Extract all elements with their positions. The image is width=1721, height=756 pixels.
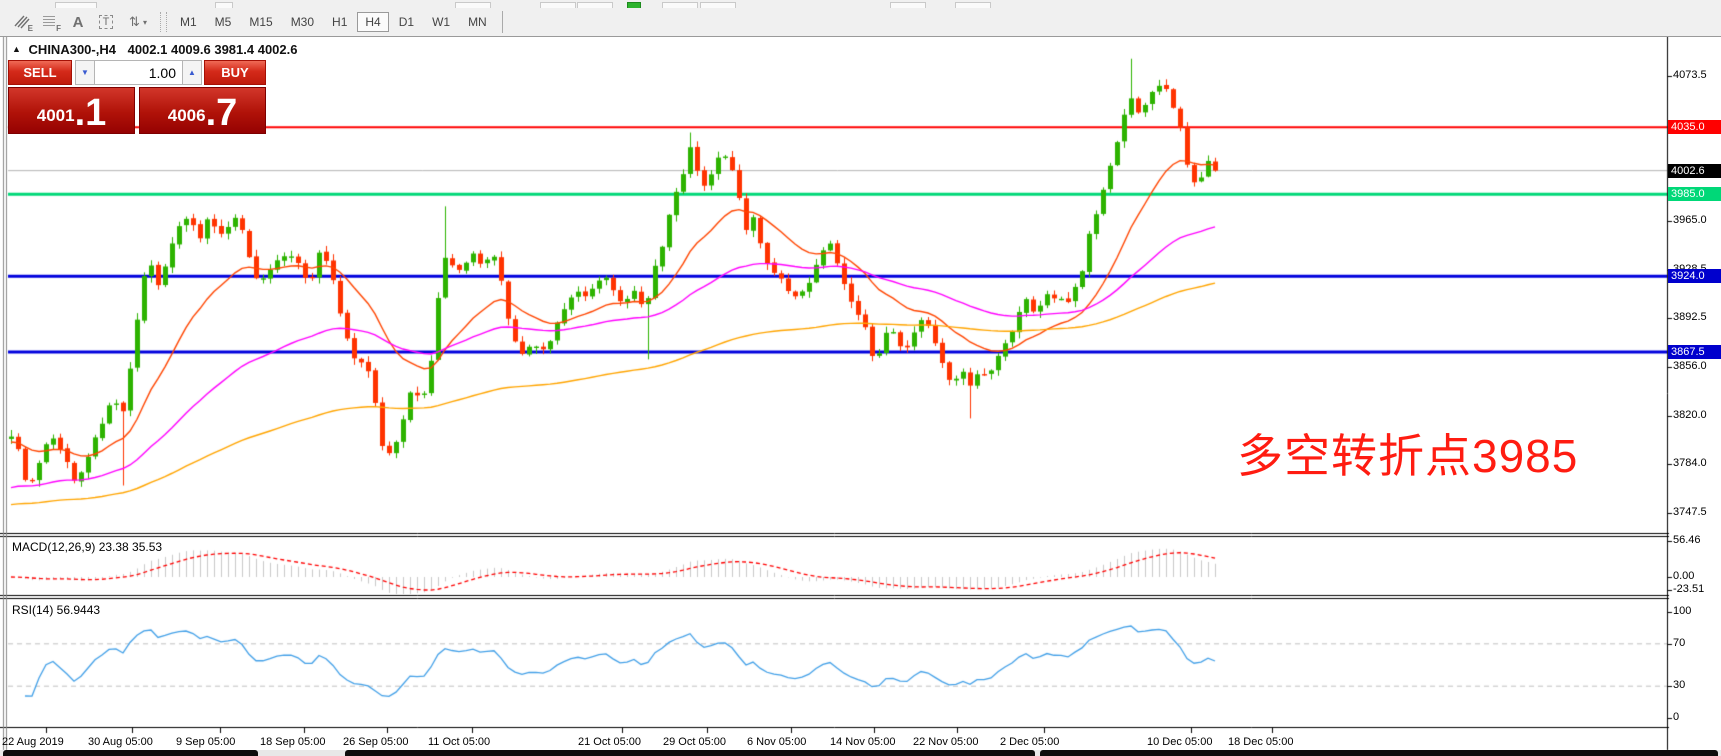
rsi-scale-tick: 100: [1673, 605, 1691, 617]
time-label: 9 Sep 05:00: [176, 736, 235, 748]
time-label: 21 Oct 05:00: [578, 736, 641, 748]
time-label: 18 Sep 05:00: [260, 736, 325, 748]
timeframe-h4-button[interactable]: H4: [357, 12, 388, 32]
macd-scale-tick: 56.46: [1673, 534, 1701, 546]
price-tick: 4073.5: [1673, 69, 1707, 81]
time-label: 6 Nov 05:00: [747, 736, 806, 748]
time-label: 2 Dec 05:00: [1000, 736, 1059, 748]
macd-scale-tick: 0.00: [1673, 570, 1694, 582]
text-box-glyph: T: [99, 15, 114, 29]
time-label: 14 Nov 05:00: [830, 736, 895, 748]
time-label: 11 Oct 05:00: [428, 736, 490, 748]
taskbar-window-button[interactable]: [345, 750, 1035, 756]
timeframe-m5-button[interactable]: M5: [207, 12, 240, 32]
timeframe-m1-button[interactable]: M1: [172, 12, 205, 32]
time-label: 22 Aug 2019: [2, 736, 64, 748]
macd-scale-tick: -23.51: [1673, 583, 1704, 595]
resistance-price-badge: 4035.0: [1668, 120, 1721, 134]
price-tick: 3747.5: [1673, 506, 1707, 518]
grid-icon[interactable]: F: [37, 11, 63, 33]
timeframe-m30-button[interactable]: M30: [283, 12, 322, 32]
time-label: 10 Dec 05:00: [1147, 736, 1212, 748]
taskbar-window-button[interactable]: [1040, 750, 1718, 756]
sell-button[interactable]: SELL: [8, 60, 72, 85]
chevron-down-icon: ▾: [143, 18, 147, 27]
buy-price-main: 4006: [168, 101, 206, 131]
timeframe-d1-button[interactable]: D1: [391, 12, 422, 32]
trading-app-window: { "toolbar": { "tools": [ {"name": "indi…: [0, 0, 1721, 756]
toolbar: E F A T ⇅ ▾ M1 M5 M15 M30 H1 H4 D1 W1 MN: [0, 8, 1721, 37]
volume-increase-button[interactable]: ▲: [182, 60, 202, 85]
arrange-glyph: ⇅: [129, 14, 140, 30]
timeframe-mn-button[interactable]: MN: [460, 12, 495, 32]
taskbar-strip: [0, 750, 1721, 756]
current-price-badge: 4002.6: [1668, 164, 1721, 178]
macd-label: MACD(12,26,9) 23.38 35.53: [12, 540, 162, 554]
sell-price-fraction: .1: [75, 95, 107, 131]
time-label: 22 Nov 05:00: [913, 736, 978, 748]
chart-title: ▲ CHINA300-,H4 4002.1 4009.6 3981.4 4002…: [12, 42, 297, 57]
rsi-scale-tick: 30: [1673, 679, 1685, 691]
collapse-arrow-icon[interactable]: ▲: [12, 44, 21, 54]
chart-annotation-text: 多空转折点3985: [1237, 420, 1578, 486]
ohlc-values: 4002.1 4009.6 3981.4 4002.6: [128, 42, 298, 57]
timeframe-h1-button[interactable]: H1: [324, 12, 355, 32]
rsi-scale-tick: 70: [1673, 637, 1685, 649]
pivot-price-badge: 3985.0: [1668, 187, 1721, 201]
sell-price-display[interactable]: 4001.1: [8, 87, 135, 134]
text-box-icon[interactable]: T: [93, 11, 119, 33]
price-tick: 3965.0: [1673, 214, 1707, 226]
toolbar-separator: [502, 11, 503, 33]
timeframe-m15-button[interactable]: M15: [241, 12, 280, 32]
indicators-icon-sub: E: [28, 24, 33, 33]
price-tick: 3784.0: [1673, 457, 1707, 469]
price-tick: 3820.0: [1673, 409, 1707, 421]
arrange-icon[interactable]: ⇅ ▾: [121, 11, 155, 33]
support-price-badge: 3867.5: [1668, 345, 1721, 359]
rsi-scale-tick: 0: [1673, 711, 1679, 723]
text-label-icon[interactable]: A: [65, 11, 91, 33]
toolbar-separator: [160, 12, 167, 32]
price-tick: 3892.5: [1673, 311, 1707, 323]
time-label: 30 Aug 05:00: [88, 736, 153, 748]
rsi-label: RSI(14) 56.9443: [12, 603, 100, 617]
taskbar-window-button[interactable]: [3, 750, 258, 756]
time-label: 18 Dec 05:00: [1228, 736, 1293, 748]
buy-price-fraction: .7: [206, 95, 238, 131]
price-tick: 3856.0: [1673, 360, 1707, 372]
volume-decrease-button[interactable]: ▼: [75, 60, 95, 85]
buy-price-display[interactable]: 4006.7: [139, 87, 266, 134]
time-label: 26 Sep 05:00: [343, 736, 408, 748]
cutoff-toolbar-strip: [0, 0, 1721, 8]
buy-button[interactable]: BUY: [204, 60, 266, 85]
support-price-badge: 3924.0: [1668, 269, 1721, 283]
one-click-trade-widget: SELL ▼ 1.00 ▲ BUY 4001.1 4006.7: [8, 60, 266, 134]
indicators-icon[interactable]: E: [9, 11, 35, 33]
sell-price-main: 4001: [37, 101, 75, 131]
timeframe-w1-button[interactable]: W1: [424, 12, 458, 32]
grid-icon-sub: F: [56, 24, 61, 33]
volume-input[interactable]: 1.00: [95, 60, 182, 85]
time-label: 29 Oct 05:00: [663, 736, 726, 748]
symbol-timeframe-label: CHINA300-,H4: [29, 42, 116, 57]
